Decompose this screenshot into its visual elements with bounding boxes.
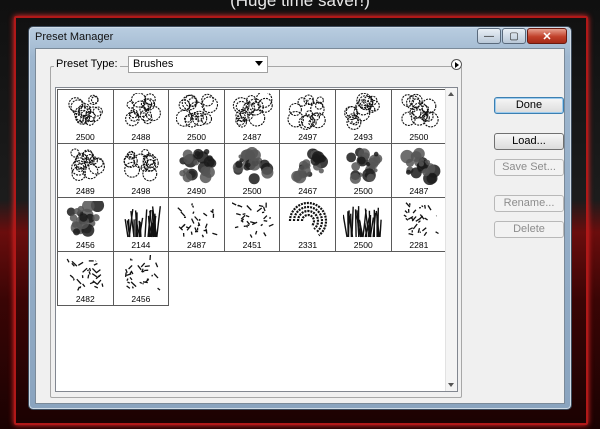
brush-tree-icon (124, 93, 161, 127)
panel-menu-icon[interactable] (451, 59, 462, 70)
brush-preset-item[interactable]: 2493 (334, 89, 392, 144)
brush-dark-icon (399, 147, 440, 185)
brush-size-label: 2487 (409, 186, 429, 196)
brush-grid: 2500 2488 2500 2487 2497 2493 2500 2489 2498 2490… (57, 89, 448, 306)
brush-size-label: 2451 (242, 240, 262, 250)
brush-tree-icon (70, 148, 105, 181)
brush-tree-icon (68, 94, 103, 126)
preset-manager-window: Preset Manager — ▢ ✕ Preset Type: Brushe… (28, 26, 572, 410)
brush-preset-item[interactable]: 2500 (334, 197, 392, 252)
brush-size-label: 2500 (187, 132, 206, 142)
brush-preset-item[interactable]: 2467 (279, 143, 336, 198)
brush-preset-item[interactable]: 2490 (168, 143, 225, 198)
brush-dark-icon (346, 147, 383, 184)
brush-preset-item[interactable]: 2500 (223, 143, 281, 198)
brush-preset-item[interactable]: 2500 (334, 143, 392, 198)
preset-type-dropdown[interactable]: Brushes (128, 56, 268, 73)
brush-size-label: 2489 (75, 186, 95, 196)
brush-scribble-icon (403, 202, 439, 237)
brush-preset-item[interactable]: 2144 (112, 197, 170, 252)
brush-preset-item[interactable]: 2500 (390, 89, 448, 144)
vertical-scrollbar[interactable] (445, 88, 457, 391)
brush-size-label: 2488 (131, 132, 151, 142)
chevron-down-icon (255, 61, 263, 66)
brush-scribble-icon (231, 202, 274, 238)
brush-size-label: 2500 (242, 186, 262, 196)
brush-preset-item[interactable]: 2489 (57, 143, 114, 198)
brush-size-label: 2456 (75, 240, 95, 250)
load-button[interactable]: Load... (494, 133, 564, 150)
scroll-up-icon[interactable] (448, 92, 454, 96)
brush-preset-item[interactable]: 2488 (112, 89, 170, 144)
brush-preset-item[interactable]: 2451 (223, 197, 281, 252)
maximize-button[interactable]: ▢ (502, 28, 526, 44)
done-button[interactable]: Done (494, 97, 564, 114)
brush-dark-icon (291, 148, 329, 184)
brush-size-label: 2500 (353, 186, 373, 196)
brush-tree-icon (400, 93, 439, 128)
brush-preset-item[interactable]: 2281 (390, 197, 448, 252)
brush-size-label: 2498 (131, 186, 151, 196)
preset-type-value: Brushes (133, 58, 174, 70)
brush-scribble-icon (177, 203, 218, 238)
rename-button[interactable]: Rename... (494, 195, 564, 212)
brush-preset-item[interactable]: 2487 (223, 89, 281, 144)
brush-size-label: 2281 (409, 240, 429, 250)
brush-size-label: 2331 (298, 240, 318, 250)
brush-preset-item[interactable]: 2487 (168, 197, 225, 252)
save-set-button[interactable]: Save Set... (494, 159, 564, 176)
brush-size-label: 2497 (298, 132, 318, 142)
brush-preset-item[interactable]: 2456 (112, 251, 170, 306)
brush-scribble-icon (124, 255, 161, 291)
brush-tree-icon (232, 93, 273, 128)
brush-size-label: 2467 (298, 186, 318, 196)
brush-size-label: 2144 (131, 240, 151, 250)
brush-size-label: 2500 (409, 132, 429, 142)
brush-preset-item[interactable]: 2500 (168, 89, 225, 144)
brush-size-label: 2456 (131, 294, 151, 304)
background-caption: (Huge time saver!) (230, 0, 370, 10)
brush-dark-icon (179, 148, 217, 184)
preset-type-label: Preset Type: (54, 58, 120, 70)
brush-tree-icon (344, 93, 380, 130)
dialog-client-area: Preset Type: Brushes 2500 2488 2500 2487 249… (35, 48, 565, 404)
brush-grass-icon (342, 206, 382, 238)
title-bar[interactable]: Preset Manager — ▢ ✕ (29, 27, 571, 47)
minimize-button[interactable]: — (477, 28, 501, 44)
brush-grass-icon (124, 206, 161, 238)
window-title: Preset Manager (35, 31, 114, 43)
brush-preset-item[interactable]: 2331 (279, 197, 336, 252)
brush-size-label: 2487 (187, 240, 206, 250)
delete-button[interactable]: Delete (494, 221, 564, 238)
brush-size-label: 2487 (242, 132, 262, 142)
brush-preset-item[interactable]: 2498 (112, 143, 170, 198)
brush-tree-icon (176, 93, 219, 128)
caption-buttons: — ▢ ✕ (477, 28, 567, 44)
brush-size-label: 2490 (187, 186, 206, 196)
brush-list[interactable]: 2500 2488 2500 2487 2497 2493 2500 2489 2498 2490… (55, 87, 458, 392)
brush-preset-item[interactable]: 2500 (57, 89, 114, 144)
brush-size-label: 2500 (75, 132, 95, 142)
scroll-down-icon[interactable] (448, 383, 454, 387)
brush-preset-item[interactable]: 2456 (57, 197, 114, 252)
brush-dark-icon (66, 201, 105, 237)
brush-size-label: 2482 (75, 294, 95, 304)
brush-tree-icon (287, 94, 327, 130)
brush-preset-item[interactable]: 2487 (390, 143, 448, 198)
brush-dark-icon (232, 147, 274, 185)
brush-size-label: 2493 (353, 132, 373, 142)
brush-swirl-icon (289, 201, 328, 237)
brush-tree-icon (123, 148, 159, 182)
brush-preset-item[interactable]: 2482 (57, 251, 114, 306)
close-button[interactable]: ✕ (527, 28, 567, 44)
brush-preset-item[interactable]: 2497 (279, 89, 336, 144)
brush-scribble-icon (66, 258, 104, 291)
brush-size-label: 2500 (353, 240, 373, 250)
